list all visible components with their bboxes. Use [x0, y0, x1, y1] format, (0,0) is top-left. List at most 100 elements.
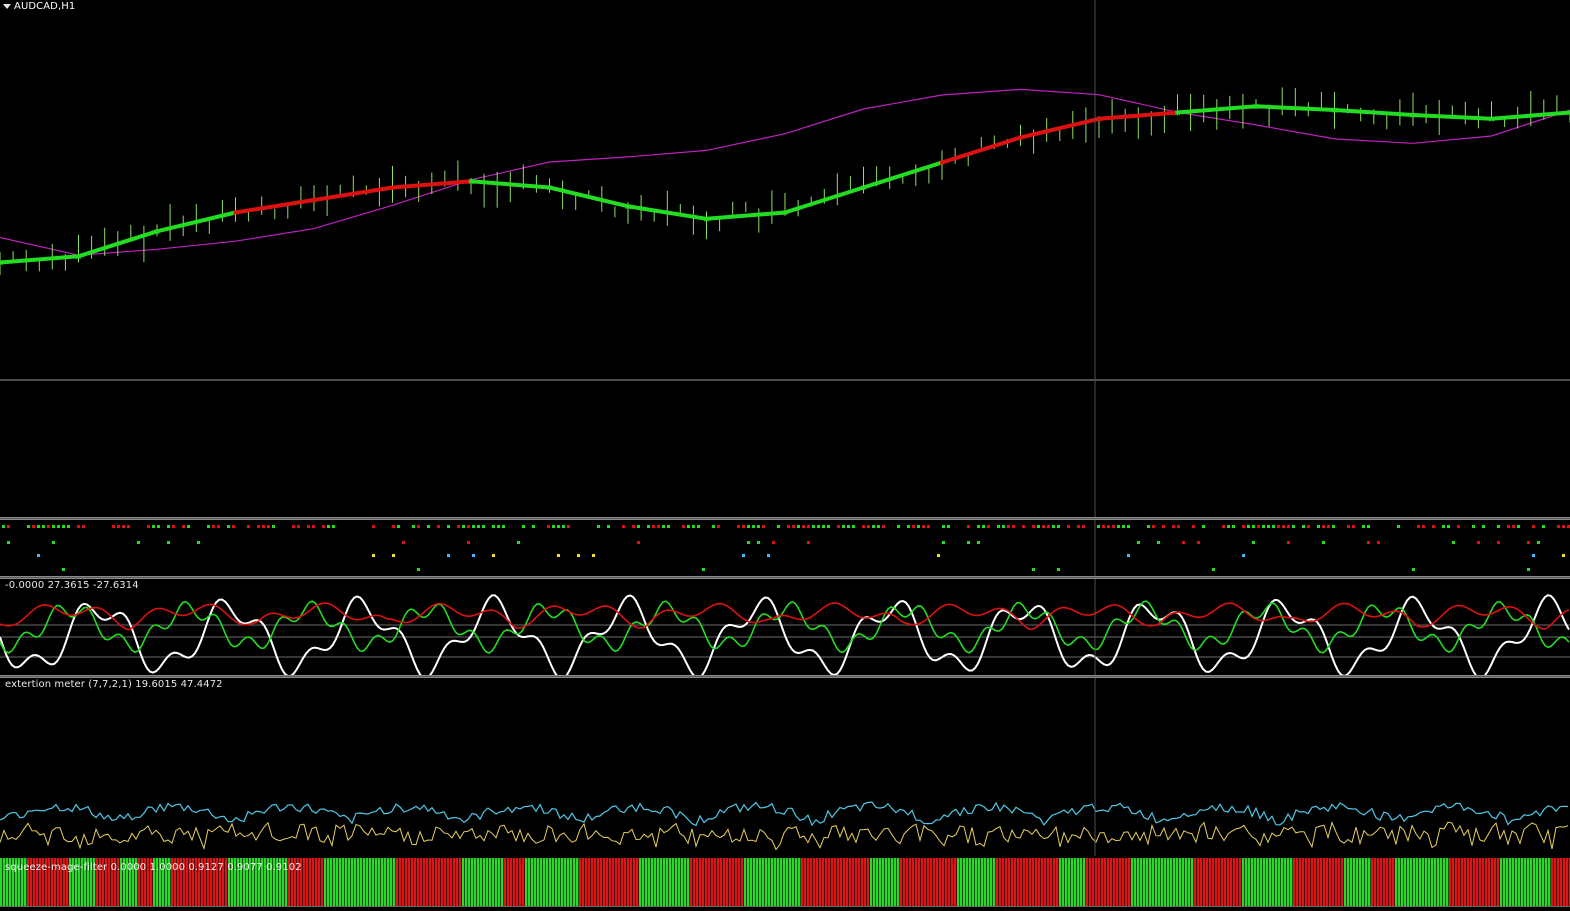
signal-dot [942, 541, 945, 544]
signal-dot [1532, 525, 1535, 528]
signal-dot [697, 525, 700, 528]
signal-dot [977, 525, 980, 528]
histogram-bar [1566, 858, 1568, 906]
histogram-bar [1050, 858, 1052, 906]
histogram-bar [663, 858, 665, 906]
signal-dot [427, 525, 430, 528]
histogram-bar [324, 858, 326, 906]
histogram-bar [930, 858, 932, 906]
signal-dot [1417, 525, 1420, 528]
signal-dot [997, 525, 1000, 528]
histogram-bar [459, 858, 461, 906]
signal-dot [1032, 525, 1035, 528]
signal-dot [1157, 541, 1160, 544]
signal-dot [1077, 525, 1080, 528]
histogram-bar [627, 858, 629, 906]
histogram-bar [702, 858, 704, 906]
histogram-bar [1140, 858, 1142, 906]
main-price-pane[interactable]: ××××××××××××××××××××××××××××××××××××××××… [0, 0, 1570, 517]
histogram-bar [741, 858, 743, 906]
histogram-bar [735, 858, 737, 906]
histogram-bar [1344, 858, 1346, 906]
histogram-bar [1194, 858, 1196, 906]
histogram-bar [705, 858, 707, 906]
histogram-bar [804, 858, 806, 906]
signal-dot [32, 525, 35, 528]
histogram-bar [1086, 858, 1088, 906]
histogram-bar [912, 858, 914, 906]
histogram-bar [1305, 858, 1307, 906]
histogram-bar [975, 858, 977, 906]
histogram-bar [858, 858, 860, 906]
histogram-bar [0, 858, 2, 906]
histogram-bar [1461, 858, 1463, 906]
histogram-bar [1074, 858, 1076, 906]
histogram-bar [414, 858, 416, 906]
histogram-bar [507, 858, 509, 906]
signal-dot [702, 568, 705, 571]
histogram-bar [714, 858, 716, 906]
histogram-bar [366, 858, 368, 906]
histogram-bar [924, 858, 926, 906]
histogram-bar [561, 858, 563, 906]
histogram-bar [1440, 858, 1442, 906]
histogram-bar [1458, 858, 1460, 906]
histogram-bar [1125, 858, 1127, 906]
oscillator-values-label: -0.0000 27.3615 -27.6314 [5, 580, 139, 591]
histogram-bar [666, 858, 668, 906]
uptrend-marker: × [1252, 102, 1260, 112]
signal-dot [1252, 525, 1255, 528]
histogram-bar [1152, 858, 1154, 906]
histogram-bar [837, 858, 839, 906]
histogram-bar [774, 858, 776, 906]
histogram-bar [330, 858, 332, 906]
signal-dot [1227, 525, 1230, 528]
signal-dot [332, 525, 335, 528]
histogram-bar [1533, 858, 1535, 906]
histogram-bar [918, 858, 920, 906]
signal-dot [1172, 525, 1175, 528]
histogram-bar [1110, 858, 1112, 906]
histogram-bar [441, 858, 443, 906]
histogram-bar [1188, 858, 1190, 906]
histogram-bar [1203, 858, 1205, 906]
histogram-bar [510, 858, 512, 906]
signal-dot [1192, 525, 1195, 528]
signal-dot [2, 525, 5, 528]
histogram-bar [813, 858, 815, 906]
signal-dot [272, 525, 275, 528]
histogram-bar [1026, 858, 1028, 906]
histogram-bar [1521, 858, 1523, 906]
histogram-bar [558, 858, 560, 906]
histogram-bar [759, 858, 761, 906]
signal-dot [822, 525, 825, 528]
signal-dot [1322, 525, 1325, 528]
histogram-bar [468, 858, 470, 906]
signal-dot [947, 525, 950, 528]
histogram-bar [1452, 858, 1454, 906]
signal-dot [807, 525, 810, 528]
histogram-bar [1161, 858, 1163, 906]
histogram-bar [582, 858, 584, 906]
signal-dot [522, 525, 525, 528]
histogram-bar [777, 858, 779, 906]
histogram-bar [1044, 858, 1046, 906]
histogram-bar [1257, 858, 1259, 906]
signal-dot [402, 541, 405, 544]
histogram-bar [1335, 858, 1337, 906]
chevron-down-icon[interactable] [3, 4, 11, 9]
signal-dot [1377, 541, 1380, 544]
histogram-bar [882, 858, 884, 906]
signal-dot [837, 525, 840, 528]
histogram-bar [1410, 858, 1412, 906]
histogram-bar [699, 858, 701, 906]
histogram-bar [960, 858, 962, 906]
histogram-bar [1401, 858, 1403, 906]
signal-dot [62, 525, 65, 528]
histogram-bar [1095, 858, 1097, 906]
histogram-bar [732, 858, 734, 906]
signal-dot [657, 525, 660, 528]
histogram-bar [654, 858, 656, 906]
histogram-bar [534, 858, 536, 906]
histogram-bar [1338, 858, 1340, 906]
